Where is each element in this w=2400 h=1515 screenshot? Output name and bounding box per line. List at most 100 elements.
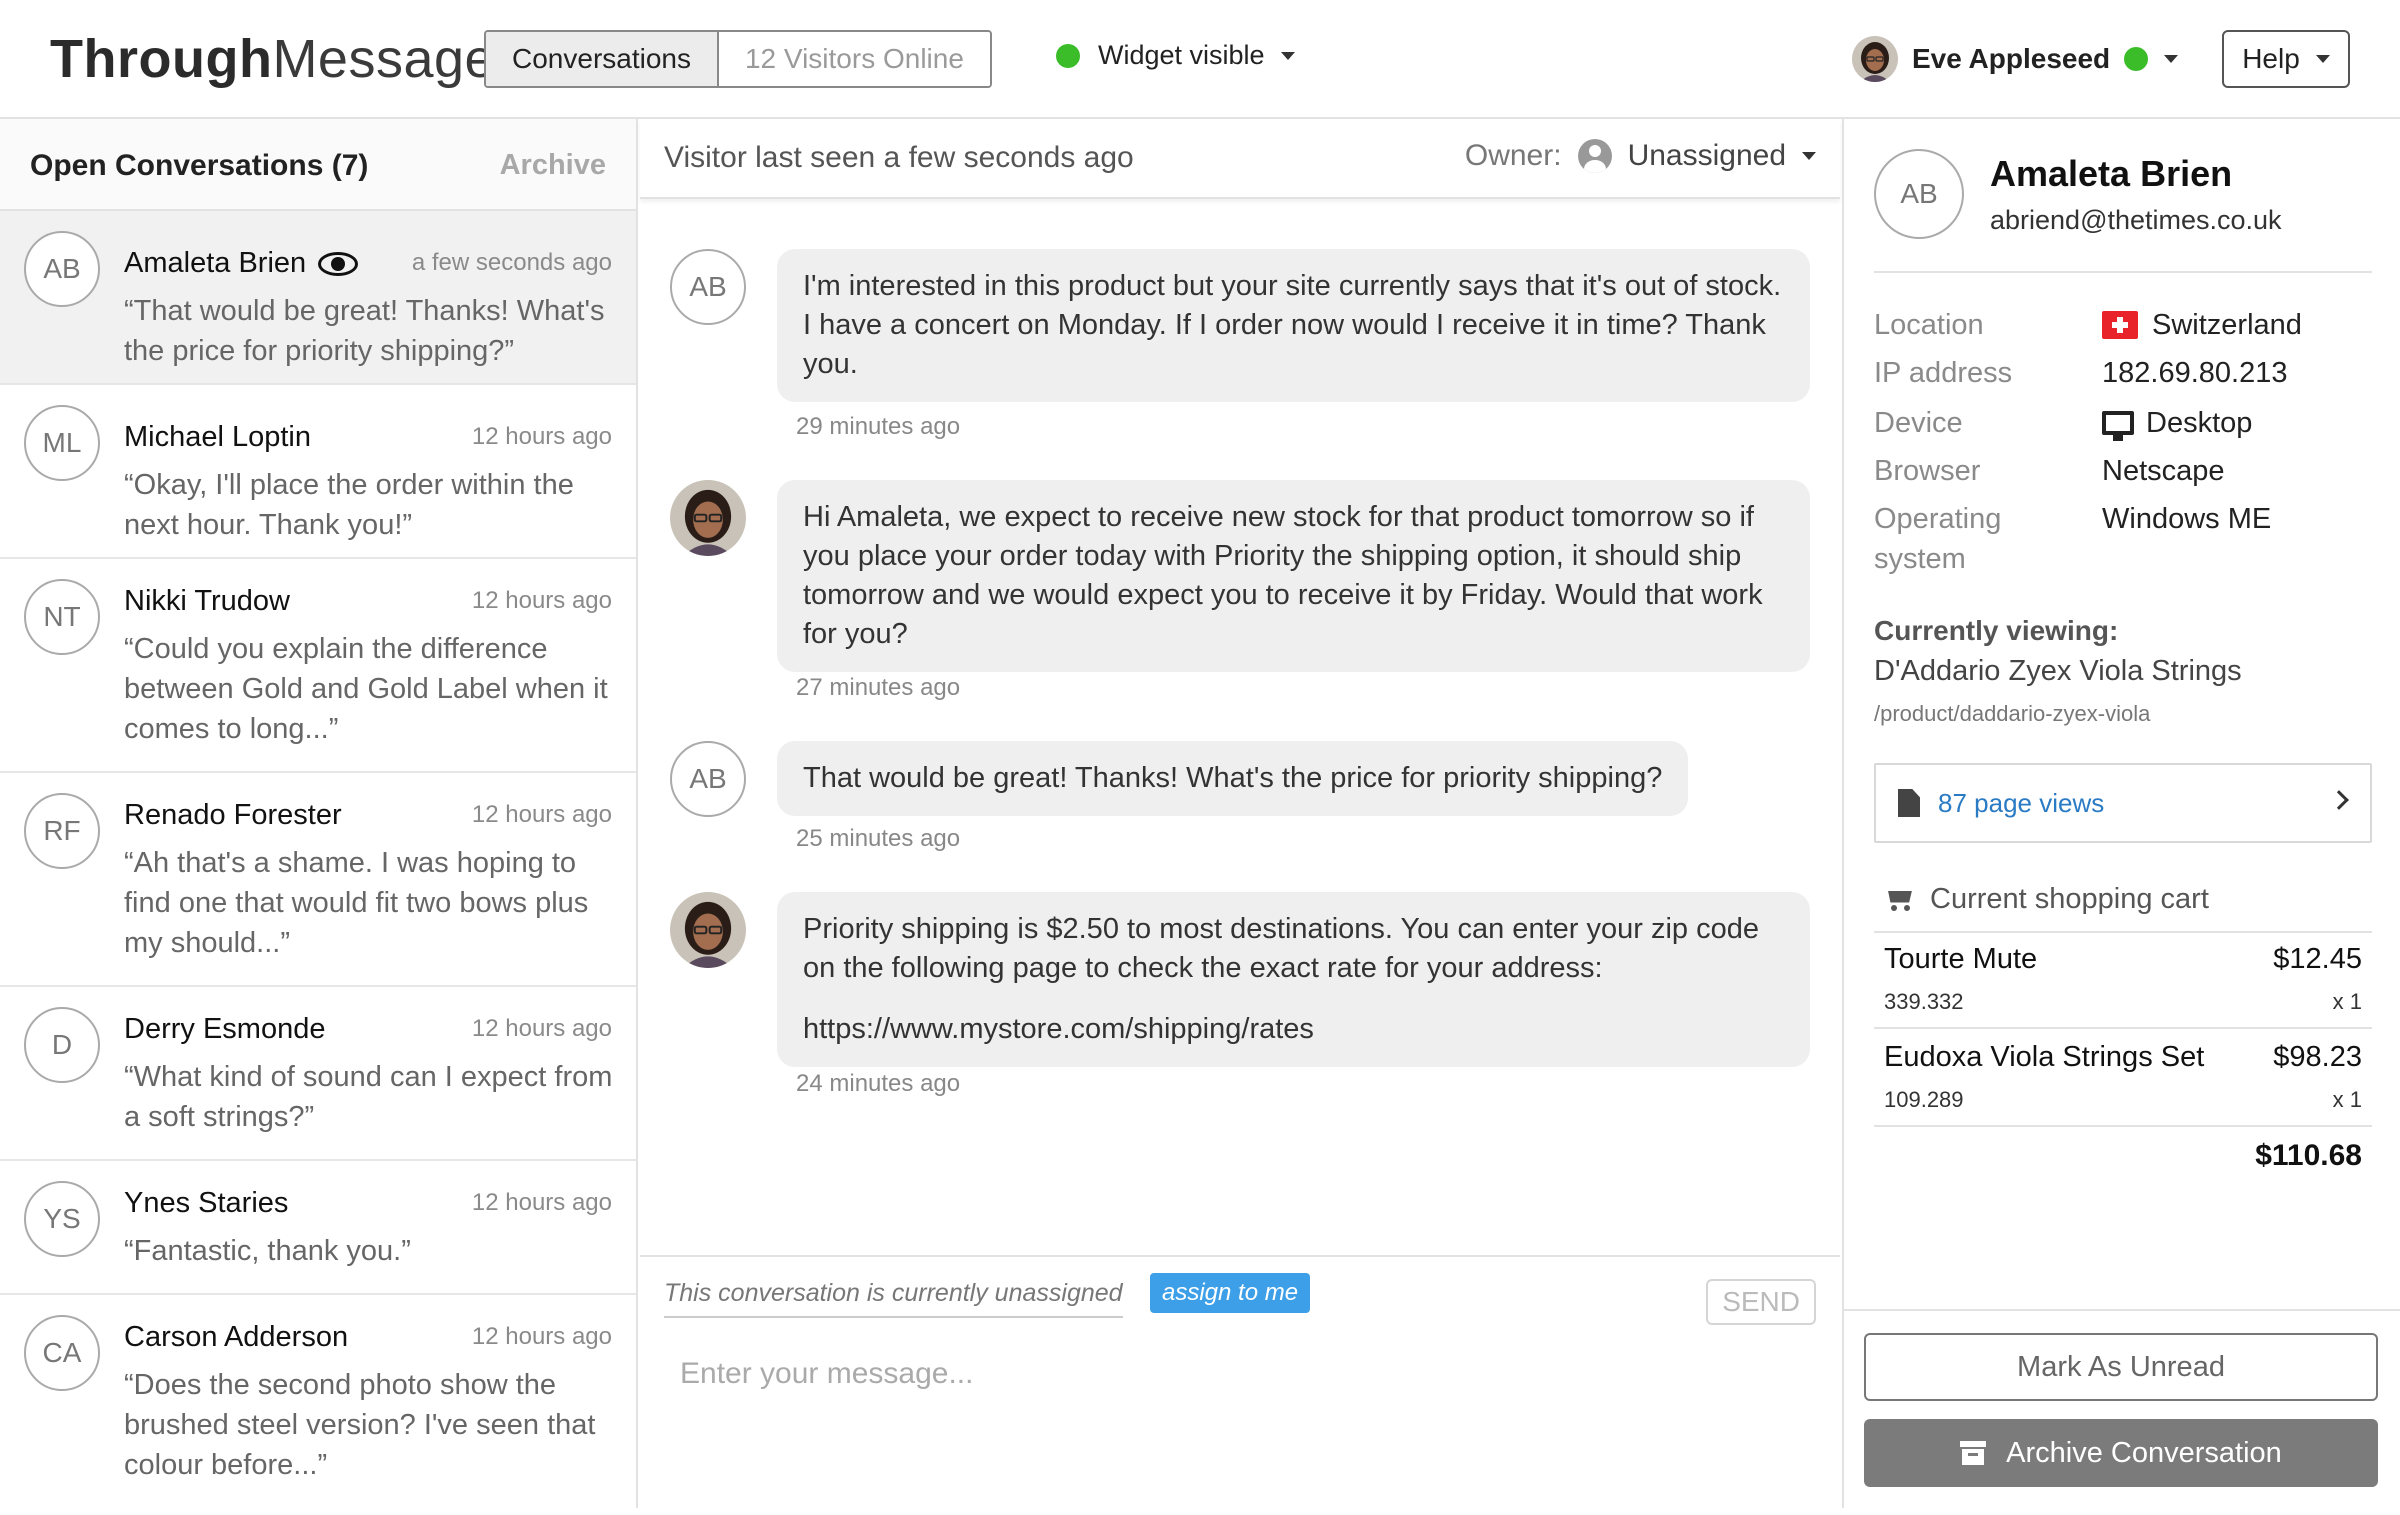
- conversation-preview: “Could you explain the difference betwee…: [124, 633, 608, 745]
- help-button[interactable]: Help: [2222, 30, 2350, 88]
- conversation-time: 12 hours ago: [471, 801, 612, 828]
- mark-as-unread-button[interactable]: Mark As Unread: [1864, 1333, 2378, 1401]
- widget-visibility-dropdown[interactable]: Widget visible: [1056, 40, 1295, 71]
- visitor-email[interactable]: abriend@thetimes.co.uk: [1990, 205, 2282, 236]
- message-bubble: Priority shipping is $2.50 to most desti…: [777, 892, 1810, 1067]
- cart-total: $110.68: [2255, 1139, 2362, 1172]
- avatar: NT: [24, 579, 100, 655]
- user-menu[interactable]: Eve Appleseed: [1852, 36, 2179, 82]
- app-logo[interactable]: ThroughMessage: [50, 28, 495, 90]
- cart-item-qty: x 1: [2332, 989, 2362, 1014]
- agent-avatar: [670, 892, 746, 968]
- avatar: ML: [24, 405, 100, 481]
- conversation-preview: “Okay, I'll place the order within the n…: [124, 469, 574, 541]
- owner-label: Owner:: [1464, 139, 1562, 172]
- message-time: 27 minutes ago: [796, 674, 961, 701]
- divider: [1844, 1309, 2400, 1311]
- tab-visitors-online[interactable]: 12 Visitors Online: [718, 32, 990, 86]
- assign-to-me-button[interactable]: assign to me: [1150, 1273, 1311, 1313]
- visitor-name: Amaleta Brien: [1990, 153, 2233, 194]
- avatar: AB: [670, 741, 746, 817]
- conversation-name: Nikki Trudow: [124, 585, 290, 617]
- avatar: D: [24, 1007, 100, 1083]
- chevron-right-icon: [2329, 790, 2349, 810]
- divider: [1874, 1027, 2372, 1029]
- cart-icon: [1884, 889, 1912, 911]
- chat-panel: Visitor last seen a few seconds ago Owne…: [640, 119, 1840, 1508]
- caret-down-icon: [1802, 152, 1816, 160]
- desktop-icon: [2102, 411, 2134, 441]
- caret-down-icon: [2315, 55, 2330, 63]
- agent-avatar: [1852, 36, 1898, 82]
- archive-link[interactable]: Archive: [500, 149, 606, 182]
- send-button[interactable]: SEND: [1706, 1279, 1816, 1325]
- page-views-count: 87 page views: [1938, 787, 2105, 818]
- top-bar: ThroughMessage Conversations 12 Visitors…: [0, 0, 2400, 119]
- swiss-flag-icon: [2102, 311, 2138, 339]
- cart-item-sku: 109.289: [1884, 1087, 1964, 1112]
- eye-icon: [318, 251, 359, 276]
- conversation-name: Derry Esmonde: [124, 1013, 326, 1045]
- location-label: Location: [1874, 309, 1984, 341]
- browser-label: Browser: [1874, 455, 1981, 487]
- conversation-item[interactable]: AB Amaleta Brien a few seconds ago “That…: [0, 211, 636, 385]
- archive-conversation-button[interactable]: Archive Conversation: [1864, 1419, 2378, 1487]
- cart-item-name: Tourte Mute: [1884, 943, 2038, 975]
- ip-value: 182.69.80.213: [2102, 356, 2288, 389]
- cart-item-price: $12.45: [2273, 943, 2362, 975]
- conversation-name: Ynes Staries: [124, 1187, 289, 1219]
- conversation-item[interactable]: D Derry Esmonde 12 hours ago “What kind …: [0, 987, 636, 1161]
- divider: [1874, 931, 2372, 933]
- conversation-time: 12 hours ago: [471, 1189, 612, 1216]
- agent-avatar: [670, 480, 746, 556]
- conversation-time: 12 hours ago: [471, 1015, 612, 1042]
- cart-item-qty: x 1: [2332, 1087, 2362, 1112]
- device-value: Desktop: [2102, 403, 2252, 443]
- visitor-avatar: AB: [1874, 149, 1964, 239]
- conversation-time: a few seconds ago: [411, 249, 612, 276]
- chat-header: Visitor last seen a few seconds ago Owne…: [640, 119, 1840, 199]
- avatar: YS: [24, 1181, 100, 1257]
- os-label: Operating system: [1874, 503, 2002, 575]
- divider: [1874, 271, 2372, 273]
- conversation-preview: “What kind of sound can I expect from a …: [124, 1061, 613, 1133]
- avatar: AB: [670, 249, 746, 325]
- document-icon: [1898, 789, 1920, 817]
- message-text: Priority shipping is $2.50 to most desti…: [803, 913, 1759, 984]
- conversation-item[interactable]: RF Renado Forester 12 hours ago “Ah that…: [0, 773, 636, 987]
- page-views-button[interactable]: 87 page views: [1874, 763, 2372, 843]
- conversation-time: 12 hours ago: [471, 1323, 612, 1350]
- owner-dropdown[interactable]: Owner: Unassigned: [1465, 139, 1816, 173]
- conversation-name: Michael Loptin: [124, 421, 311, 453]
- message-input[interactable]: Enter your message...: [680, 1357, 973, 1391]
- conversation-name: Carson Adderson: [124, 1321, 349, 1353]
- status-dot-icon: [1056, 43, 1080, 68]
- divider: [1874, 1125, 2372, 1127]
- cart-item-sku: 339.332: [1884, 989, 1964, 1014]
- conversation-preview: “Does the second photo show the brushed …: [124, 1369, 596, 1481]
- conversation-item[interactable]: CA Carson Adderson 12 hours ago “Does th…: [0, 1295, 636, 1515]
- message-time: 29 minutes ago: [796, 413, 961, 440]
- visitor-details-panel: AB Amaleta Brien abriend@thetimes.co.uk …: [1842, 119, 2400, 1508]
- unassigned-note: This conversation is currently unassigne…: [664, 1279, 1123, 1318]
- conversation-item[interactable]: NT Nikki Trudow 12 hours ago “Could you …: [0, 559, 636, 773]
- caret-down-icon: [1280, 51, 1295, 60]
- visitor-last-seen: Visitor last seen a few seconds ago: [664, 141, 1134, 174]
- message-bubble: That would be great! Thanks! What's the …: [777, 741, 1689, 816]
- conversation-list-header: Open Conversations (7) Archive: [0, 119, 636, 211]
- conversation-name: Amaleta Brien: [124, 247, 359, 280]
- conversation-item[interactable]: YS Ynes Staries 12 hours ago “Fantastic,…: [0, 1161, 636, 1295]
- message-link[interactable]: https://www.mystore.com/shipping/rates: [803, 1010, 1784, 1049]
- message-time: 24 minutes ago: [796, 1070, 961, 1097]
- agent-name: Eve Appleseed: [1912, 43, 2111, 74]
- conversation-item[interactable]: ML Michael Loptin 12 hours ago “Okay, I'…: [0, 385, 636, 559]
- location-value: Switzerland: [2102, 305, 2302, 345]
- tab-conversations[interactable]: Conversations: [486, 32, 719, 86]
- avatar: RF: [24, 793, 100, 869]
- cart-item-price: $98.23: [2273, 1041, 2362, 1073]
- archive-box-icon: [1960, 1441, 1987, 1465]
- conversation-preview: “That would be great! Thanks! What's the…: [124, 295, 605, 367]
- device-label: Device: [1874, 407, 1963, 439]
- conversation-list-panel: Open Conversations (7) Archive AB Amalet…: [0, 119, 638, 1508]
- message-bubble: Hi Amaleta, we expect to receive new sto…: [777, 480, 1810, 672]
